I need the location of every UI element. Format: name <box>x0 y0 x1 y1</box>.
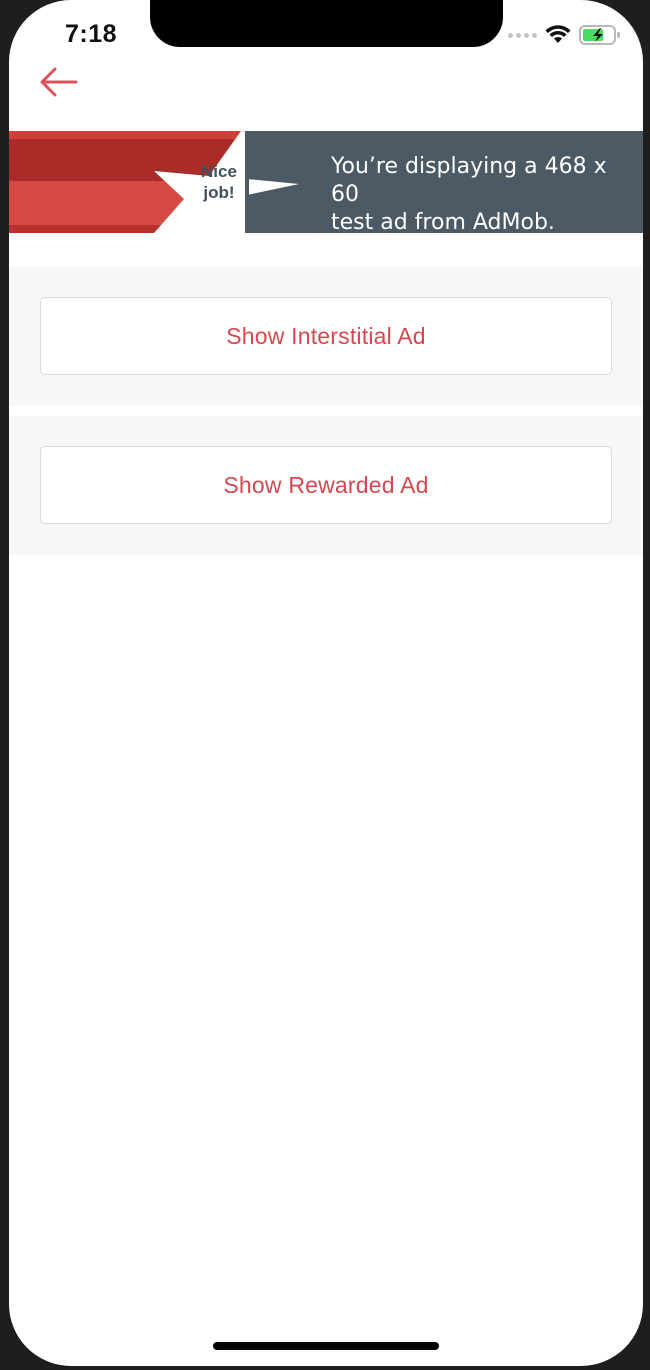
interstitial-section: Show Interstitial Ad <box>9 267 643 406</box>
ad-badge-line1: Nice <box>201 162 237 181</box>
back-button[interactable] <box>37 62 81 102</box>
show-rewarded-ad-button[interactable]: Show Rewarded Ad <box>40 446 612 524</box>
cellular-signal-icon <box>508 32 537 38</box>
ad-message-line2: test ad from AdMob. <box>331 210 555 233</box>
device-notch <box>150 0 503 47</box>
phone-screen: 7:18 Nice job! You’re displaying a 468 x… <box>9 0 643 1366</box>
ad-banner[interactable]: Nice job! You’re displaying a 468 x 60 t… <box>9 131 643 233</box>
home-indicator[interactable] <box>213 1342 439 1350</box>
rewarded-section: Show Rewarded Ad <box>9 416 643 555</box>
battery-charging-icon <box>579 25 620 45</box>
ad-message: You’re displaying a 468 x 60 test ad fro… <box>331 153 641 233</box>
wifi-icon <box>545 25 571 43</box>
show-interstitial-ad-button[interactable]: Show Interstitial Ad <box>40 297 612 375</box>
ad-badge-text: Nice job! <box>179 161 259 203</box>
status-time: 7:18 <box>65 20 118 48</box>
ad-message-line1: You’re displaying a 468 x 60 <box>331 154 607 207</box>
arrow-left-icon <box>40 67 78 97</box>
status-icons <box>508 24 621 46</box>
ad-badge-line2: job! <box>203 183 235 202</box>
